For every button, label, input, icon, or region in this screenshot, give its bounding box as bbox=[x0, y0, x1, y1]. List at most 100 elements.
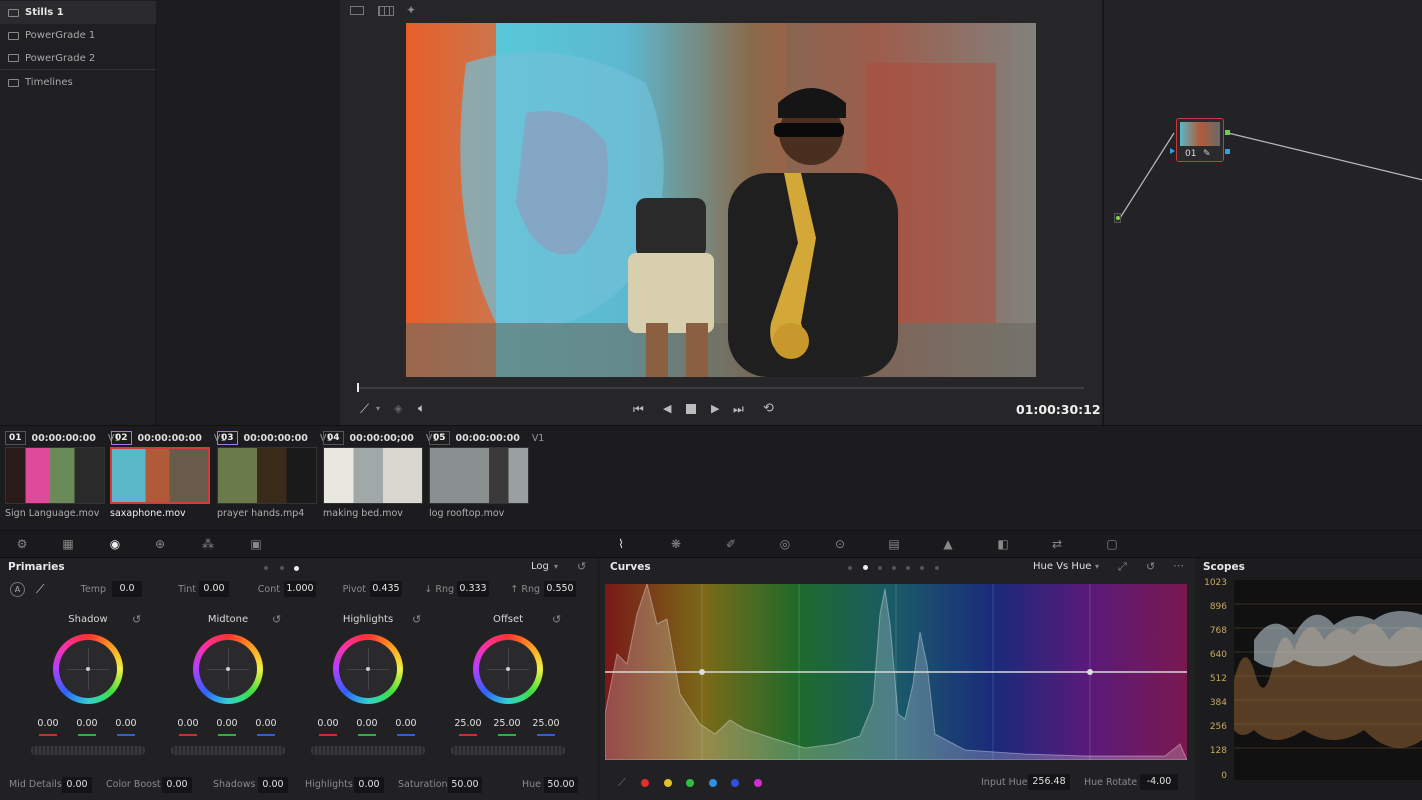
rgb-mixer-icon[interactable]: ⁂ bbox=[200, 537, 216, 551]
clip-thumbnail[interactable] bbox=[5, 447, 105, 504]
chevron-down-icon[interactable]: ▾ bbox=[554, 562, 558, 571]
picker-icon[interactable]: ⟋ bbox=[618, 776, 626, 790]
curve-mode-select[interactable]: Hue Vs Hue bbox=[1033, 561, 1091, 572]
split-view-icon[interactable] bbox=[378, 6, 394, 16]
window-icon[interactable]: ◎ bbox=[777, 537, 793, 551]
clip-thumbnail[interactable] bbox=[429, 447, 529, 504]
highlights-master-wheel[interactable] bbox=[311, 746, 425, 755]
step-back-icon[interactable]: ◀ bbox=[663, 402, 671, 415]
shadow-blue[interactable]: 0.00 bbox=[111, 717, 141, 731]
single-view-icon[interactable] bbox=[350, 6, 364, 15]
temp-field[interactable]: 0.0 bbox=[112, 581, 142, 597]
color-warper-icon[interactable]: ❋ bbox=[668, 537, 684, 551]
chevron-down-icon[interactable]: ▾ bbox=[1095, 562, 1099, 571]
key-icon[interactable]: ◧ bbox=[995, 537, 1011, 551]
mode-select[interactable]: Log bbox=[531, 561, 549, 572]
color-match-icon[interactable]: ▦ bbox=[60, 537, 76, 551]
reset-icon[interactable]: ↺ bbox=[272, 613, 281, 626]
reset-icon[interactable]: ↺ bbox=[1146, 560, 1155, 573]
green-swatch[interactable] bbox=[686, 779, 694, 787]
input-port[interactable] bbox=[1114, 213, 1121, 223]
highlights-field[interactable]: 0.00 bbox=[354, 777, 384, 793]
layers-icon[interactable]: ◈ bbox=[394, 402, 402, 415]
highlights-blue[interactable]: 0.00 bbox=[391, 717, 421, 731]
curves-icon[interactable]: ⌇ bbox=[613, 537, 629, 551]
more-options-icon[interactable]: ⋯ bbox=[1173, 559, 1184, 572]
picker-icon[interactable]: ⟋ bbox=[36, 582, 44, 597]
blur-icon[interactable]: ▲ bbox=[940, 537, 956, 551]
hue-vs-hue-graph[interactable] bbox=[605, 584, 1187, 760]
color-wheels-icon[interactable]: ◉ bbox=[107, 537, 123, 551]
loop-icon[interactable]: ⟲ bbox=[763, 401, 774, 416]
saturation-field[interactable]: 50.00 bbox=[448, 777, 482, 793]
red-swatch[interactable] bbox=[641, 779, 649, 787]
blue-swatch[interactable] bbox=[731, 779, 739, 787]
output-port-rgb[interactable] bbox=[1225, 130, 1230, 135]
highlights-red[interactable]: 0.00 bbox=[313, 717, 343, 731]
chevron-down-icon[interactable]: ▾ bbox=[376, 404, 380, 413]
midtone-master-wheel[interactable] bbox=[171, 746, 285, 755]
gallery-item-powergrade-2[interactable]: PowerGrade 2 bbox=[0, 47, 156, 70]
offset-master-wheel[interactable] bbox=[451, 746, 565, 755]
input-hue-field[interactable]: 256.48 bbox=[1028, 774, 1070, 790]
hdr-icon[interactable]: ⊕ bbox=[152, 537, 168, 551]
midtone-blue[interactable]: 0.00 bbox=[251, 717, 281, 731]
play-icon[interactable]: ▶ bbox=[711, 402, 719, 415]
page-dot[interactable] bbox=[935, 566, 939, 570]
picker-icon[interactable]: ⟋ bbox=[360, 402, 369, 417]
highlights-green[interactable]: 0.00 bbox=[352, 717, 382, 731]
volume-icon[interactable]: 🔈︎ bbox=[418, 401, 425, 416]
high-range-field[interactable]: 0.550 bbox=[544, 581, 576, 597]
gallery-item-stills-1[interactable]: Stills 1 bbox=[0, 1, 156, 24]
page-dot-active[interactable] bbox=[294, 566, 299, 571]
3d-icon[interactable]: ▢ bbox=[1104, 537, 1120, 551]
offset-wheel[interactable] bbox=[473, 634, 543, 704]
reset-icon[interactable]: ↺ bbox=[577, 560, 586, 573]
page-dot-active[interactable] bbox=[863, 565, 868, 570]
pivot-field[interactable]: 0.435 bbox=[370, 581, 402, 597]
contrast-field[interactable]: 1.000 bbox=[284, 581, 316, 597]
offset-red[interactable]: 25.00 bbox=[453, 717, 483, 731]
auto-balance-button[interactable]: A bbox=[10, 582, 25, 597]
page-dot[interactable] bbox=[892, 566, 896, 570]
hue-field[interactable]: 50.00 bbox=[544, 777, 578, 793]
playhead[interactable] bbox=[357, 383, 359, 392]
page-dot[interactable] bbox=[280, 566, 284, 570]
skip-back-icon[interactable]: ⏮ bbox=[633, 402, 646, 417]
sizing-icon[interactable]: ⇄ bbox=[1049, 537, 1065, 551]
motion-effects-icon[interactable]: ▣ bbox=[248, 537, 264, 551]
page-dot[interactable] bbox=[920, 566, 924, 570]
midtone-red[interactable]: 0.00 bbox=[173, 717, 203, 731]
low-range-field[interactable]: 0.333 bbox=[457, 581, 489, 597]
cyan-swatch[interactable] bbox=[709, 779, 717, 787]
clip-thumbnail[interactable] bbox=[323, 447, 423, 504]
offset-green[interactable]: 25.00 bbox=[492, 717, 522, 731]
page-dot[interactable] bbox=[878, 566, 882, 570]
skip-forward-icon[interactable]: ⏭ bbox=[733, 402, 744, 417]
output-port-key[interactable] bbox=[1225, 149, 1230, 154]
page-dot[interactable] bbox=[264, 566, 268, 570]
shadow-master-wheel[interactable] bbox=[31, 746, 145, 755]
shadow-red[interactable]: 0.00 bbox=[33, 717, 63, 731]
mid-details-field[interactable]: 0.00 bbox=[62, 777, 92, 793]
midtone-wheel[interactable] bbox=[193, 634, 263, 704]
gallery-item-powergrade-1[interactable]: PowerGrade 1 bbox=[0, 24, 156, 47]
scrubber-track[interactable] bbox=[358, 387, 1084, 389]
highlights-wheel[interactable] bbox=[333, 634, 403, 704]
tracker-icon[interactable]: ⊙ bbox=[832, 537, 848, 551]
magic-mask-icon[interactable]: ▤ bbox=[886, 537, 902, 551]
reset-icon[interactable]: ↺ bbox=[412, 613, 421, 626]
tint-field[interactable]: 0.00 bbox=[199, 581, 229, 597]
yellow-swatch[interactable] bbox=[664, 779, 672, 787]
shadow-green[interactable]: 0.00 bbox=[72, 717, 102, 731]
midtone-green[interactable]: 0.00 bbox=[212, 717, 242, 731]
page-dot[interactable] bbox=[906, 566, 910, 570]
page-dot[interactable] bbox=[848, 566, 852, 570]
offset-blue[interactable]: 25.00 bbox=[531, 717, 561, 731]
hue-rotate-field[interactable]: -4.00 bbox=[1140, 774, 1178, 790]
magic-wand-icon[interactable]: ✦ bbox=[406, 3, 416, 17]
gallery-item-timelines[interactable]: Timelines bbox=[0, 71, 156, 94]
camera-raw-icon[interactable]: ⚙ bbox=[14, 537, 30, 551]
reset-icon[interactable]: ↺ bbox=[132, 613, 141, 626]
stop-icon[interactable] bbox=[686, 404, 696, 414]
